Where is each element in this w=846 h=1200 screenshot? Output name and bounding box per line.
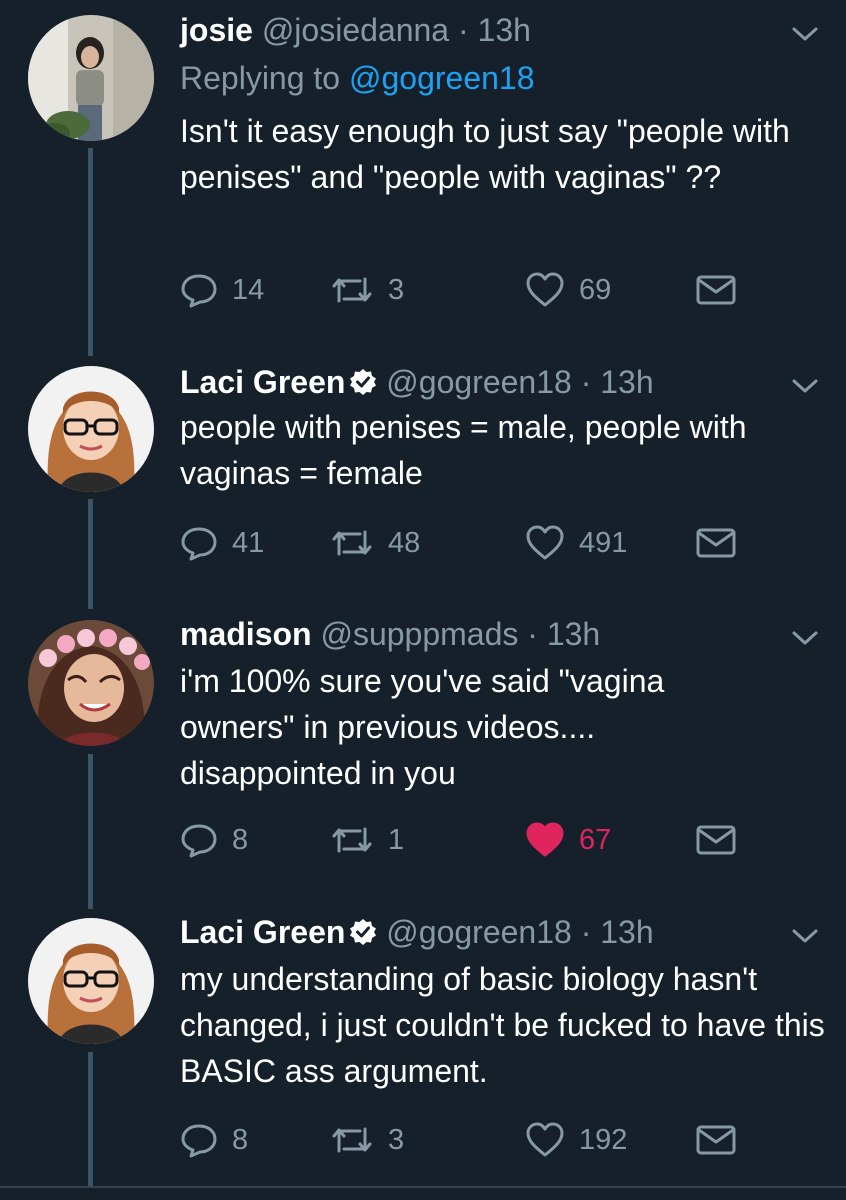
- reply-button[interactable]: 14: [180, 270, 264, 310]
- avatar[interactable]: [28, 620, 154, 746]
- retweet-icon: [332, 827, 372, 853]
- avatar[interactable]: [28, 366, 154, 492]
- reply-count: 41: [232, 526, 265, 559]
- display-name[interactable]: Laci Green: [180, 914, 345, 950]
- like-count: 67: [579, 823, 612, 856]
- like-count: 69: [579, 273, 612, 306]
- avatar[interactable]: [28, 15, 154, 141]
- reply-button[interactable]: 41: [180, 523, 264, 563]
- display-name[interactable]: Laci Green: [180, 364, 345, 400]
- display-name[interactable]: madison: [180, 616, 312, 652]
- reply-icon: [181, 274, 217, 308]
- thread-line: [88, 499, 93, 609]
- reply-icon: [181, 1124, 217, 1158]
- chevron-down-icon[interactable]: [790, 24, 820, 44]
- like-button[interactable]: 67: [525, 820, 611, 860]
- like-button[interactable]: 69: [525, 270, 611, 310]
- heart-icon: [526, 525, 564, 560]
- timestamp[interactable]: · 13h: [581, 914, 654, 950]
- envelope-icon: [696, 1125, 736, 1155]
- reply-icon: [181, 527, 217, 561]
- display-name[interactable]: josie: [180, 12, 253, 48]
- reply-button[interactable]: 8: [180, 820, 248, 860]
- heart-icon: [526, 822, 564, 857]
- reply-button[interactable]: 8: [180, 1120, 248, 1160]
- reply-count: 14: [232, 273, 265, 306]
- mention-link[interactable]: @gogreen18: [349, 60, 535, 96]
- retweet-button[interactable]: 3: [330, 270, 404, 310]
- user-handle[interactable]: @gogreen18: [386, 364, 572, 400]
- user-handle[interactable]: @supppmads: [320, 616, 518, 652]
- thread-line: [88, 148, 93, 356]
- dm-button[interactable]: [695, 270, 751, 310]
- user-handle[interactable]: @gogreen18: [386, 914, 572, 950]
- dm-button[interactable]: [695, 1120, 751, 1160]
- retweet-count: 1: [388, 823, 405, 856]
- tweet-actions: 14 3 69: [180, 270, 780, 310]
- tweet-header: josie @josiedanna · 13h: [180, 10, 531, 50]
- verified-badge-icon: [350, 369, 377, 395]
- chevron-down-icon[interactable]: [790, 926, 820, 946]
- timestamp[interactable]: · 13h: [581, 364, 654, 400]
- thread-line: [88, 1052, 93, 1186]
- tweet-actions: 8 1 67: [180, 820, 780, 860]
- retweet-button[interactable]: 48: [330, 523, 420, 563]
- replying-to-label: Replying to: [180, 60, 341, 96]
- tweet-header: madison @supppmads · 13h: [180, 614, 600, 654]
- verified-badge-icon: [350, 919, 377, 945]
- retweet-icon: [332, 277, 372, 303]
- like-count: 192: [579, 1123, 628, 1156]
- avatar[interactable]: [28, 918, 154, 1044]
- tweet-text: Isn't it easy enough to just say "people…: [180, 113, 790, 195]
- tweet-text: people with penises = male, people with …: [180, 409, 747, 491]
- thread-line: [88, 754, 93, 909]
- tweet-text: my understanding of basic biology hasn't…: [180, 961, 825, 1089]
- timestamp[interactable]: · 13h: [527, 616, 600, 652]
- tweet-header: Laci Green @gogreen18 · 13h: [180, 362, 654, 402]
- envelope-icon: [696, 275, 736, 305]
- retweet-icon: [332, 530, 372, 556]
- like-button[interactable]: 491: [525, 523, 627, 563]
- tweet-actions: 8 3 192: [180, 1120, 780, 1160]
- retweet-icon: [332, 1127, 372, 1153]
- envelope-icon: [696, 528, 736, 558]
- divider: [0, 1186, 846, 1188]
- tweet-header: Laci Green @gogreen18 · 13h: [180, 912, 654, 952]
- dm-button[interactable]: [695, 820, 751, 860]
- retweet-count: 3: [388, 1123, 405, 1156]
- user-handle[interactable]: @josiedanna: [262, 12, 449, 48]
- tweet-text: i'm 100% sure you've said "vagina owners…: [180, 663, 665, 791]
- like-count: 491: [579, 526, 628, 559]
- retweet-count: 48: [388, 526, 421, 559]
- heart-icon: [526, 272, 564, 307]
- chevron-down-icon[interactable]: [790, 628, 820, 648]
- reply-count: 8: [232, 823, 249, 856]
- chevron-down-icon[interactable]: [790, 376, 820, 396]
- retweet-button[interactable]: 1: [330, 820, 404, 860]
- retweet-count: 3: [388, 273, 405, 306]
- like-button[interactable]: 192: [525, 1120, 627, 1160]
- tweet-actions: 41 48 491: [180, 523, 780, 563]
- heart-icon: [526, 1122, 564, 1157]
- reply-count: 8: [232, 1123, 249, 1156]
- timestamp[interactable]: · 13h: [458, 12, 531, 48]
- replying-to: Replying to @gogreen18: [180, 60, 535, 97]
- dm-button[interactable]: [695, 523, 751, 563]
- envelope-icon: [696, 825, 736, 855]
- reply-icon: [181, 824, 217, 858]
- retweet-button[interactable]: 3: [330, 1120, 404, 1160]
